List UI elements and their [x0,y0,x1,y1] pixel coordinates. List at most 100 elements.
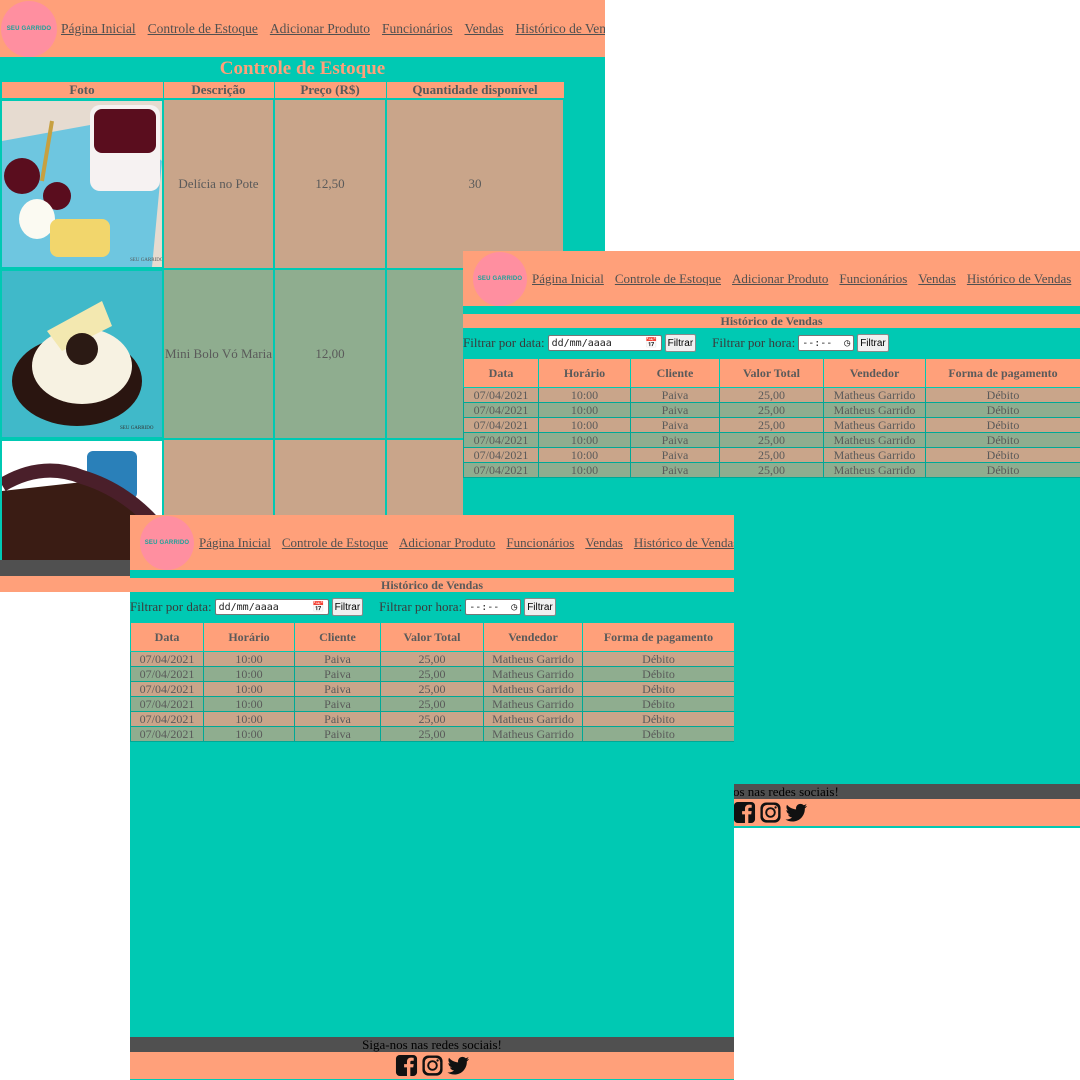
cell-valor-total: 25,00 [380,711,484,727]
cell-cliente: Paiva [630,402,720,418]
cell-valor-total: 25,00 [380,681,484,697]
cell-horario: 10:00 [203,666,295,682]
nav-link-historico[interactable]: Histórico de Vendas [967,271,1071,287]
column-header-horario: Horário [538,358,631,388]
product-description: Delícia no Pote [162,98,275,270]
cell-forma-pagamento: Débito [925,447,1080,463]
cell-cliente: Paiva [630,447,720,463]
logo[interactable]: SEU GARRIDO [140,515,194,570]
nav-link-adicionar[interactable]: Adicionar Produto [732,271,828,287]
nav-link-estoque[interactable]: Controle de Estoque [282,535,388,551]
cell-horario: 10:00 [203,726,295,742]
product-photo-cell: SEU GARRIDO [0,98,164,270]
table-header-row: Data Horário Cliente Valor Total Vendedo… [463,358,1080,388]
time-placeholder: --:-- [469,601,500,613]
nav-link-adicionar[interactable]: Adicionar Produto [270,21,370,37]
cell-forma-pagamento: Débito [925,387,1080,403]
nav-link-home[interactable]: Página Inicial [61,21,136,37]
nav-link-historico[interactable]: Histórico de Vendas [634,535,734,551]
nav-link-home[interactable]: Página Inicial [532,271,604,287]
nav-link-vendas[interactable]: Vendas [918,271,956,287]
cell-valor-total: 25,00 [719,402,824,418]
cell-forma-pagamento: Débito [925,417,1080,433]
clock-icon[interactable]: ◷ [844,338,850,349]
instagram-icon[interactable] [759,801,782,824]
cell-horario: 10:00 [203,696,295,712]
cell-cliente: Paiva [294,681,381,697]
sales-table: Data Horário Cliente Valor Total Vendedo… [463,358,1080,478]
nav-link-historico[interactable]: Histórico de Vendas [515,21,605,37]
column-header-quantidade: Quantidade disponível [385,81,565,100]
filter-time-button[interactable]: Filtrar [524,598,556,616]
calendar-icon[interactable]: 📅 [312,602,324,613]
instagram-icon[interactable] [421,1054,444,1077]
section-title: Histórico de Vendas [463,313,1080,328]
column-header-descricao: Descrição [162,81,275,100]
filter-time-button[interactable]: Filtrar [857,334,889,352]
cell-data: 07/04/2021 [463,462,539,478]
column-header-forma-pagamento: Forma de pagamento [925,358,1080,388]
table-row: 07/04/2021 10:00 Paiva 25,00 Matheus Garrido… [463,462,1080,478]
clock-icon[interactable]: ◷ [511,602,517,613]
nav-link-estoque[interactable]: Controle de Estoque [615,271,721,287]
nav-link-estoque[interactable]: Controle de Estoque [148,21,258,37]
cell-valor-total: 25,00 [719,387,824,403]
cell-horario: 10:00 [203,711,295,727]
page-title: Controle de Estoque [219,58,386,79]
nav-link-funcionarios[interactable]: Funcionários [839,271,907,287]
cell-cliente: Paiva [294,696,381,712]
cell-forma-pagamento: Débito [582,696,734,712]
cell-vendedor: Matheus Garrido [823,417,926,433]
sales-table: Data Horário Cliente Valor Total Vendedo… [130,622,734,742]
date-placeholder: dd/mm/aaaa [218,601,279,613]
cell-forma-pagamento: Débito [925,402,1080,418]
logo-text: SEU GARRIDO [6,25,52,32]
cell-horario: 10:00 [203,651,295,667]
cell-horario: 10:00 [203,681,295,697]
filter-date-button[interactable]: Filtrar [664,334,697,352]
time-input[interactable]: --:-- ◷ [465,599,522,615]
cell-valor-total: 25,00 [380,696,484,712]
cell-forma-pagamento: Débito [582,711,734,727]
cell-data: 07/04/2021 [130,651,204,667]
cell-data: 07/04/2021 [463,387,539,403]
date-input[interactable]: dd/mm/aaaa 📅 [547,335,662,351]
cell-forma-pagamento: Débito [925,462,1080,478]
cell-vendedor: Matheus Garrido [483,696,583,712]
date-input[interactable]: dd/mm/aaaa 📅 [214,599,329,615]
cell-data: 07/04/2021 [130,711,204,727]
table-header-row: Foto Descrição Preço (R$) Quantidade dis… [0,81,565,100]
cell-vendedor: Matheus Garrido [823,462,926,478]
logo[interactable]: SEU GARRIDO [473,251,527,306]
logo[interactable]: SEU GARRIDO [1,0,57,57]
nav-link-funcionarios[interactable]: Funcionários [506,535,574,551]
nav-link-vendas[interactable]: Vendas [585,535,623,551]
facebook-icon[interactable] [395,1054,418,1077]
calendar-icon[interactable]: 📅 [645,338,657,349]
column-header-horario: Horário [203,622,295,652]
nav-link-vendas[interactable]: Vendas [464,21,503,37]
nav-link-adicionar[interactable]: Adicionar Produto [399,535,495,551]
filter-date-label: Filtrar por data: [463,335,545,350]
twitter-icon[interactable] [446,1054,470,1077]
nav-link-home[interactable]: Página Inicial [199,535,271,551]
filter-date-button[interactable]: Filtrar [331,598,364,616]
follow-text: Siga-nos nas redes sociais! [130,1037,734,1052]
cell-data: 07/04/2021 [130,696,204,712]
column-header-vendedor: Vendedor [483,622,583,652]
time-input[interactable]: --:-- ◷ [798,335,855,351]
cell-valor-total: 25,00 [719,462,824,478]
cell-data: 07/04/2021 [130,666,204,682]
facebook-icon[interactable] [733,801,756,824]
cell-cliente: Paiva [294,711,381,727]
cell-data: 07/04/2021 [463,402,539,418]
table-row: 07/04/2021 10:00 Paiva 25,00 Matheus Garrido… [463,417,1080,433]
cell-cliente: Paiva [294,666,381,682]
cell-cliente: Paiva [630,417,720,433]
column-header-cliente: Cliente [630,358,720,388]
filter-bar: Filtrar por data: dd/mm/aaaa 📅 Filtrar Fi… [463,328,1080,358]
cell-vendedor: Matheus Garrido [823,447,926,463]
nav-link-funcionarios[interactable]: Funcionários [382,21,453,37]
twitter-icon[interactable] [785,801,808,824]
table-row: 07/04/2021 10:00 Paiva 25,00 Matheus Garrido… [463,447,1080,463]
